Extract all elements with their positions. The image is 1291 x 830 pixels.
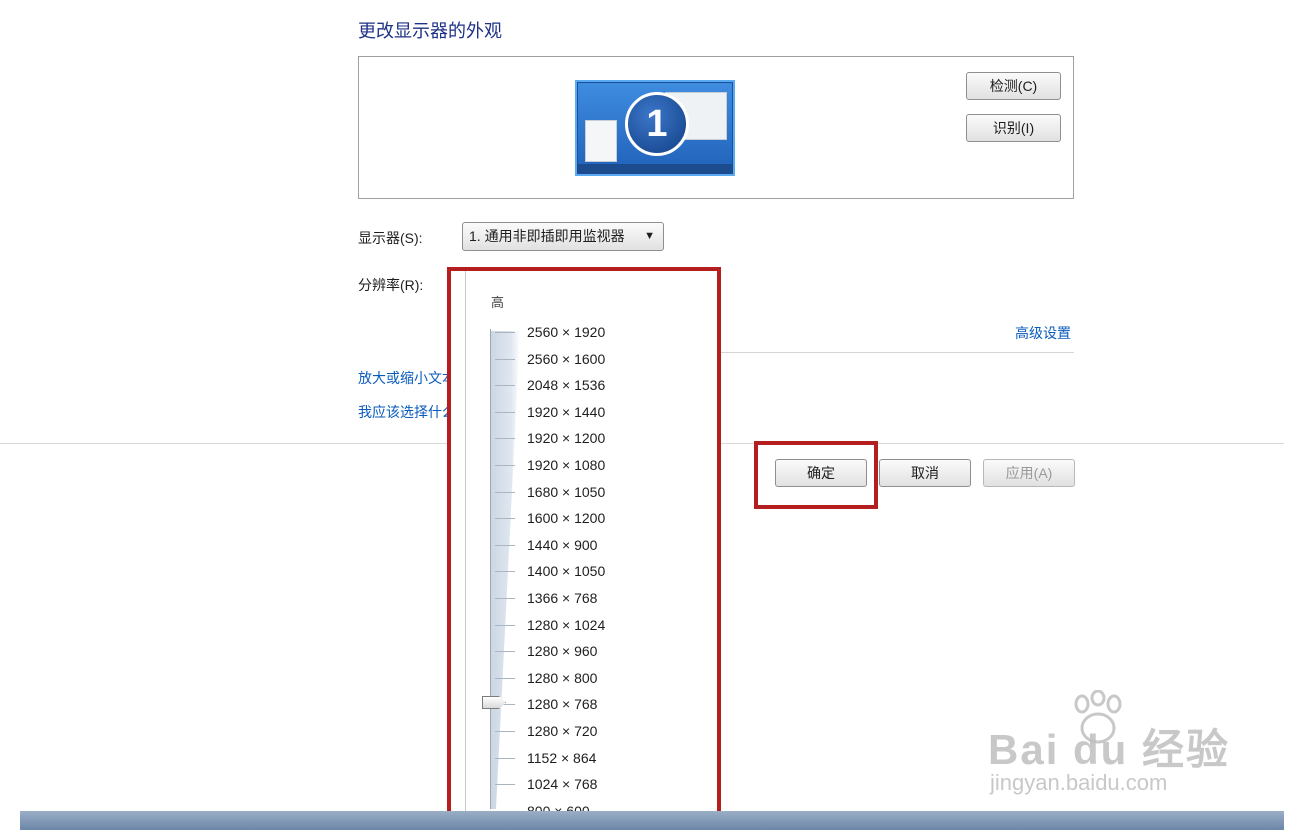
slider-tick bbox=[495, 651, 515, 653]
advanced-settings-link[interactable]: 高级设置 bbox=[1015, 323, 1071, 343]
resolution-option[interactable]: 2560 × 1600 bbox=[527, 346, 605, 373]
windows-taskbar bbox=[20, 811, 1284, 830]
slider-tick bbox=[495, 598, 515, 599]
slider-tick bbox=[495, 571, 515, 573]
slider-tick bbox=[495, 518, 515, 520]
slider-tick bbox=[495, 784, 515, 786]
slider-tick bbox=[495, 465, 515, 466]
cancel-button[interactable]: 取消 bbox=[879, 459, 971, 487]
slider-tick bbox=[495, 677, 515, 679]
resolution-option[interactable]: 1280 × 1024 bbox=[527, 612, 605, 639]
resolution-option[interactable]: 1680 × 1050 bbox=[527, 479, 605, 506]
divider bbox=[720, 352, 1074, 353]
resolution-option[interactable]: 2560 × 1920 bbox=[527, 319, 605, 346]
slider-tick bbox=[495, 411, 515, 413]
resolution-option[interactable]: 1366 × 768 bbox=[527, 585, 605, 612]
resolution-label: 分辨率(R): bbox=[358, 277, 424, 293]
resolution-option[interactable]: 1280 × 960 bbox=[527, 638, 605, 665]
resolution-option[interactable]: 1152 × 864 bbox=[527, 745, 605, 772]
display-select-value: 1. 通用非即插即用监视器 bbox=[469, 228, 625, 244]
detect-button[interactable]: 检测(C) bbox=[966, 72, 1061, 100]
zoom-text-link[interactable]: 放大或缩小文本 bbox=[358, 368, 456, 388]
slider-tick bbox=[495, 491, 515, 493]
resolution-option[interactable]: 2048 × 1536 bbox=[527, 372, 605, 399]
resolution-slider-popup[interactable]: 高 2560 × 1920 2560 × 1600 2048 × 1536 1920 … bbox=[447, 267, 721, 819]
slider-tick bbox=[495, 624, 515, 626]
monitor-taskbar bbox=[577, 164, 733, 174]
which-settings-link[interactable]: 我应该选择什么 bbox=[358, 402, 456, 422]
resolution-option[interactable]: 1440 × 900 bbox=[527, 532, 605, 559]
monitor-window-thumbnail bbox=[585, 120, 617, 162]
resolution-option[interactable]: 1280 × 720 bbox=[527, 718, 605, 745]
watermark-url: jingyan.baidu.com bbox=[990, 770, 1168, 795]
identify-button[interactable]: 识别(I) bbox=[966, 114, 1061, 142]
resolution-option[interactable]: 1400 × 1050 bbox=[527, 558, 605, 585]
slider-tick bbox=[495, 544, 515, 546]
slider-tick bbox=[495, 385, 515, 387]
page-title: 更改显示器的外观 bbox=[358, 21, 502, 41]
watermark-logo-text: Bai du 经验 bbox=[988, 726, 1231, 773]
resolution-option[interactable]: 1280 × 768 bbox=[527, 691, 605, 718]
resolution-list: 2560 × 1920 2560 × 1600 2048 × 1536 1920 × … bbox=[527, 319, 605, 824]
slider-track[interactable] bbox=[490, 331, 520, 809]
resolution-option[interactable]: 1600 × 1200 bbox=[527, 505, 605, 532]
resolution-option[interactable]: 1920 × 1440 bbox=[527, 399, 605, 426]
monitor-1-icon[interactable]: 1 bbox=[575, 80, 735, 176]
resolution-option[interactable]: 1920 × 1200 bbox=[527, 425, 605, 452]
display-select[interactable]: 1. 通用非即插即用监视器 ▼ bbox=[462, 222, 664, 251]
slider-tick bbox=[495, 757, 515, 759]
highlight-box-ok bbox=[754, 441, 878, 509]
slider-tick bbox=[495, 731, 515, 732]
slider-tick bbox=[495, 332, 515, 333]
display-label: 显示器(S): bbox=[358, 230, 423, 246]
monitor-number-badge: 1 bbox=[625, 92, 689, 156]
resolution-option[interactable]: 1920 × 1080 bbox=[527, 452, 605, 479]
chevron-down-icon: ▼ bbox=[644, 230, 655, 242]
resolution-option[interactable]: 1024 × 768 bbox=[527, 771, 605, 798]
popup-divider bbox=[465, 271, 466, 819]
slider-thumb[interactable] bbox=[482, 696, 506, 709]
high-label: 高 bbox=[491, 295, 505, 310]
slider-tick bbox=[495, 358, 515, 360]
slider-tick bbox=[495, 438, 515, 440]
apply-button[interactable]: 应用(A) bbox=[983, 459, 1075, 487]
resolution-option[interactable]: 1280 × 800 bbox=[527, 665, 605, 692]
slider-track-edge bbox=[490, 329, 491, 809]
